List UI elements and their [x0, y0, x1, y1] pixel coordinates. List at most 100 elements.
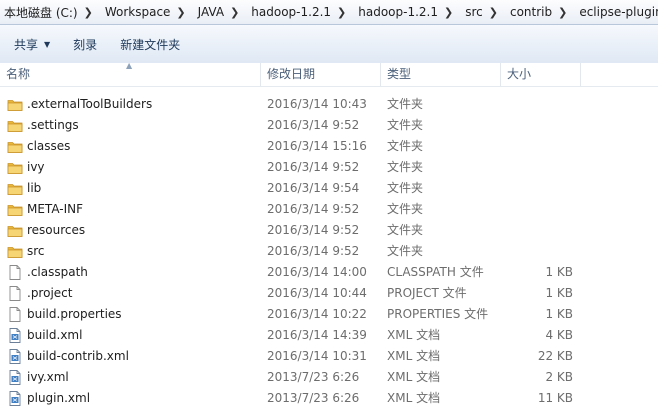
file-name: .settings [27, 118, 79, 132]
file-name: ivy.xml [27, 370, 69, 384]
file-row[interactable]: META-INF 2016/3/14 9:52 文件夹 [0, 199, 658, 220]
file-list: .externalToolBuilders 2016/3/14 10:43 文件夹.… [0, 94, 658, 409]
file-date: 2016/3/14 10:43 [267, 97, 367, 111]
file-type: 文件夹 [387, 202, 424, 216]
file-size: 1 KB [545, 265, 573, 279]
file-size [507, 178, 573, 199]
breadcrumb-label: 本地磁盘 (C:) [4, 5, 78, 20]
file-icon [7, 286, 23, 301]
file-row[interactable]: lib 2016/3/14 9:54 文件夹 [0, 178, 658, 199]
file-date: 2016/3/14 14:00 [267, 265, 367, 279]
breadcrumb-label: contrib [509, 5, 553, 19]
file-date: 2016/3/14 14:39 [267, 328, 367, 342]
file-row[interactable]: .externalToolBuilders 2016/3/14 10:43 文件夹 [0, 94, 658, 115]
file-date: 2013/7/23 6:26 [267, 370, 360, 384]
file-size: 22 KB [537, 349, 573, 363]
column-header-date-label: 修改日期 [267, 67, 316, 81]
chevron-right-icon[interactable]: ❯ [444, 6, 461, 19]
file-name: classes [27, 139, 71, 153]
file-size [507, 157, 573, 178]
file-name: .externalToolBuilders [27, 97, 153, 111]
command-bar: 共享 ▼ 刻录 新建文件夹 [0, 25, 658, 64]
file-date: 2016/3/14 9:52 [267, 202, 360, 216]
file-row[interactable]: plugin.xml 2013/7/23 6:26 XML 文档 11 KB [0, 388, 658, 409]
breadcrumb-label: hadoop-1.2.1 [251, 5, 332, 19]
file-date: 2016/3/14 9:52 [267, 118, 360, 132]
file-name: build.properties [27, 307, 122, 321]
breadcrumb-item[interactable]: Workspace ❯ [101, 0, 194, 24]
folder-icon [7, 202, 23, 217]
breadcrumb-item[interactable]: 本地磁盘 (C:) ❯ [0, 0, 101, 24]
chevron-right-icon[interactable]: ❯ [558, 6, 575, 19]
breadcrumb-item[interactable]: JAVA ❯ [194, 0, 248, 24]
column-header-size-label: 大小 [507, 67, 532, 81]
file-type: XML 文档 [387, 328, 441, 342]
file-row[interactable]: classes 2016/3/14 15:16 文件夹 [0, 136, 658, 157]
share-button[interactable]: 共享 ▼ [5, 32, 59, 56]
breadcrumb-label: JAVA [197, 5, 225, 19]
file-row[interactable]: build.xml 2016/3/14 14:39 XML 文档 4 KB [0, 325, 658, 346]
file-type: 文件夹 [387, 97, 424, 111]
sort-ascending-icon: ▲ [126, 61, 133, 70]
chevron-right-icon[interactable]: ❯ [337, 6, 354, 19]
breadcrumb-item[interactable]: hadoop-1.2.1 ❯ [247, 0, 354, 24]
file-size: 2 KB [545, 370, 573, 384]
folder-icon [7, 244, 23, 259]
burn-button[interactable]: 刻录 [64, 32, 106, 56]
file-row[interactable]: .classpath 2016/3/14 14:00 CLASSPATH 文件 1 K… [0, 262, 658, 283]
file-size [507, 199, 573, 220]
xml-file-icon [7, 328, 23, 343]
folder-icon [7, 118, 23, 133]
chevron-right-icon[interactable]: ❯ [84, 6, 101, 19]
file-name: .classpath [27, 265, 88, 279]
file-name: ivy [27, 160, 45, 174]
column-header-type[interactable]: 类型 [381, 63, 501, 86]
column-header-name[interactable]: ▲ 名称 [0, 61, 261, 86]
breadcrumb-item[interactable]: src ❯ [461, 0, 506, 24]
file-date: 2016/3/14 10:44 [267, 286, 367, 300]
file-row[interactable]: build-contrib.xml 2016/3/14 10:31 XML 文档 22… [0, 346, 658, 367]
column-header-name-label: 名称 [6, 67, 31, 81]
caret-down-icon: ▼ [44, 39, 51, 49]
file-size [507, 136, 573, 157]
file-row[interactable]: .settings 2016/3/14 9:52 文件夹 [0, 115, 658, 136]
chevron-right-icon[interactable]: ❯ [176, 6, 193, 19]
breadcrumb-item[interactable]: contrib ❯ [506, 0, 575, 24]
file-type: 文件夹 [387, 181, 424, 195]
file-row[interactable]: ivy.xml 2013/7/23 6:26 XML 文档 2 KB [0, 367, 658, 388]
file-row[interactable]: resources 2016/3/14 9:52 文件夹 [0, 220, 658, 241]
folder-icon [7, 97, 23, 112]
column-header-row: ▲ 名称 修改日期 类型 大小 [0, 61, 658, 87]
file-row[interactable]: ivy 2016/3/14 9:52 文件夹 [0, 157, 658, 178]
file-date: 2013/7/23 6:26 [267, 391, 360, 405]
file-type: 文件夹 [387, 118, 424, 132]
file-type: PROPERTIES 文件 [387, 307, 489, 321]
column-header-size[interactable]: 大小 [501, 63, 581, 86]
file-size [507, 94, 573, 115]
file-type: XML 文档 [387, 370, 441, 384]
chevron-right-icon[interactable]: ❯ [489, 6, 506, 19]
file-size: 1 KB [545, 286, 573, 300]
file-type: CLASSPATH 文件 [387, 265, 484, 279]
breadcrumb-item[interactable]: hadoop-1.2.1 ❯ [354, 0, 461, 24]
file-size: 11 KB [537, 391, 573, 405]
breadcrumb-label: Workspace [104, 5, 171, 19]
column-header-date[interactable]: 修改日期 [261, 63, 381, 86]
file-row[interactable]: build.properties 2016/3/14 10:22 PROPERTIE… [0, 304, 658, 325]
file-date: 2016/3/14 9:52 [267, 160, 360, 174]
breadcrumb-label: src [465, 5, 483, 19]
folder-icon [7, 181, 23, 196]
file-type: 文件夹 [387, 223, 424, 237]
chevron-right-icon[interactable]: ❯ [230, 6, 247, 19]
file-row[interactable]: .project 2016/3/14 10:44 PROJECT 文件 1 KB [0, 283, 658, 304]
file-type: XML 文档 [387, 349, 441, 363]
new-folder-button[interactable]: 新建文件夹 [111, 32, 189, 56]
file-icon [7, 307, 23, 322]
folder-icon [7, 139, 23, 154]
breadcrumb-item[interactable]: eclipse-plugin ❯ [575, 0, 658, 24]
file-size: 4 KB [545, 328, 573, 342]
file-date: 2016/3/14 9:52 [267, 223, 360, 237]
breadcrumb: 本地磁盘 (C:) ❯ Workspace ❯ JAVA ❯ hadoop-1.… [0, 0, 658, 25]
file-icon [7, 265, 23, 280]
file-row[interactable]: src 2016/3/14 9:52 文件夹 [0, 241, 658, 262]
